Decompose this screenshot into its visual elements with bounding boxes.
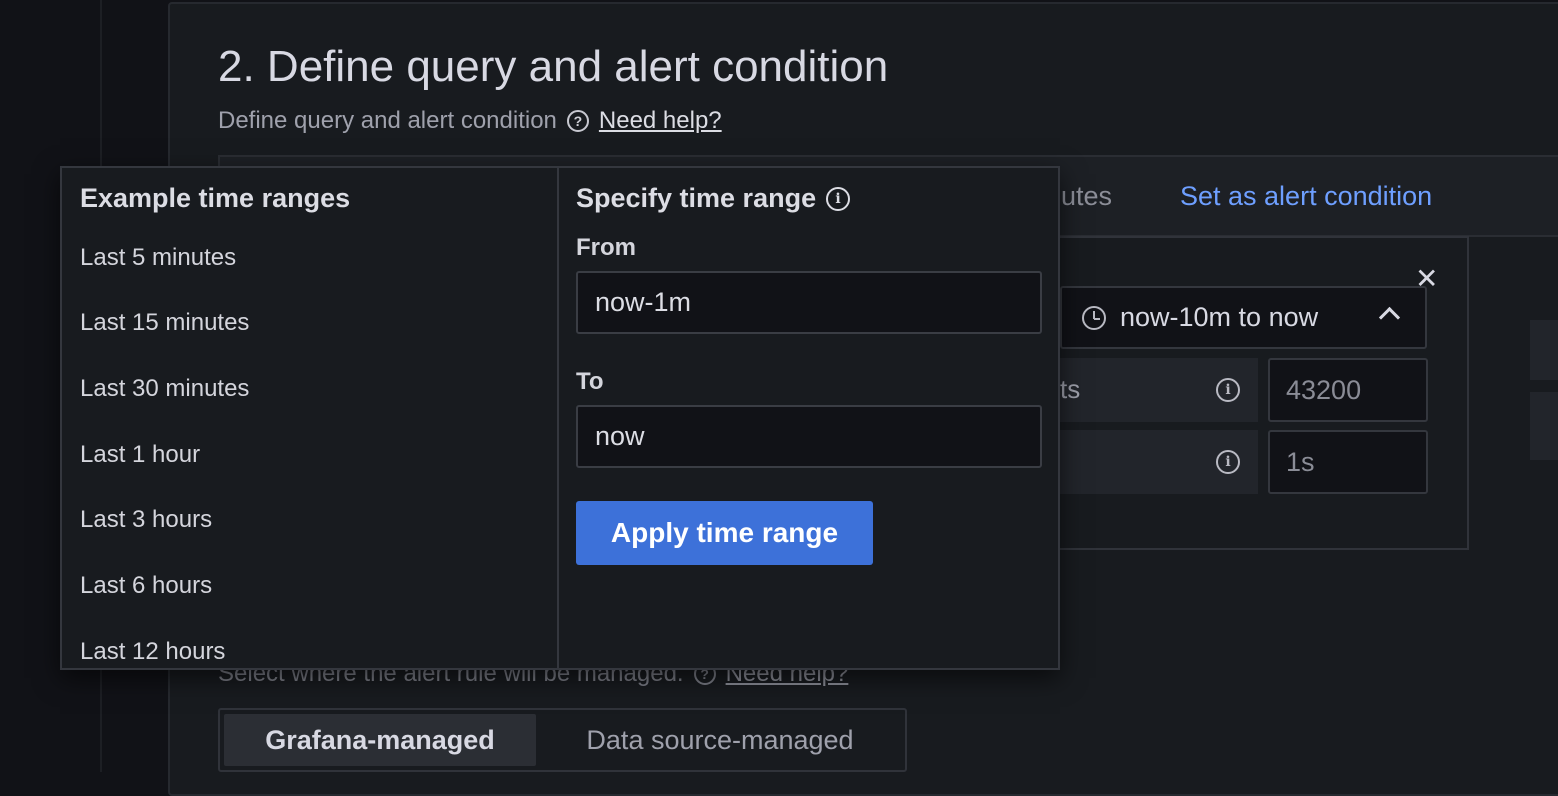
from-input[interactable]: now-1m [576, 271, 1042, 334]
specify-time-range-heading: Specify time range i [576, 183, 851, 214]
time-range-value: now-10m to now [1120, 302, 1319, 332]
max-data-points-input[interactable]: 43200 [1268, 358, 1428, 422]
grafana-managed-option[interactable]: Grafana-managed [224, 714, 536, 766]
max-points-label: ts i [1060, 358, 1258, 422]
range-last-30-minutes[interactable]: Last 30 minutes [80, 375, 249, 403]
max-points-label-text: ts [1060, 374, 1081, 404]
specify-time-range-text: Specify time range [576, 183, 817, 213]
need-help-link[interactable]: Need help? [599, 107, 722, 135]
info-icon: i [1216, 450, 1240, 474]
range-last-5-minutes[interactable]: Last 5 minutes [80, 244, 236, 272]
min-interval-input[interactable]: 1s [1268, 430, 1428, 494]
info-icon: i [1216, 378, 1240, 402]
example-time-ranges-heading: Example time ranges [80, 183, 351, 213]
clock-icon [1082, 305, 1106, 330]
time-range-picker-button[interactable]: now-10m to now [1060, 286, 1427, 349]
section-title: 2. Define query and alert condition [218, 42, 889, 91]
help-circle-icon: ? [566, 110, 589, 132]
range-last-1-hour[interactable]: Last 1 hour [80, 441, 200, 469]
data-source-managed-option[interactable]: Data source-managed [540, 714, 900, 766]
set-alert-condition-button[interactable]: Set as alert condition [1180, 181, 1432, 212]
apply-time-range-button[interactable]: Apply time range [576, 501, 873, 565]
popover-divider [557, 168, 559, 668]
section-subtitle-text: Define query and alert condition [218, 107, 557, 134]
section-subtitle: Define query and alert condition ? Need … [218, 107, 722, 135]
range-last-15-minutes[interactable]: Last 15 minutes [80, 309, 249, 337]
background-row [1530, 392, 1558, 460]
to-input[interactable]: now [576, 405, 1042, 468]
background-row [1530, 320, 1558, 380]
chevron-up-icon [1378, 306, 1401, 329]
range-last-12-hours[interactable]: Last 12 hours [80, 638, 225, 666]
range-last-3-hours[interactable]: Last 3 hours [80, 506, 212, 534]
to-label: To [576, 368, 604, 395]
interval-label: i [1060, 430, 1258, 494]
range-last-6-hours[interactable]: Last 6 hours [80, 572, 212, 600]
from-label: From [576, 234, 636, 261]
info-icon: i [826, 186, 851, 211]
